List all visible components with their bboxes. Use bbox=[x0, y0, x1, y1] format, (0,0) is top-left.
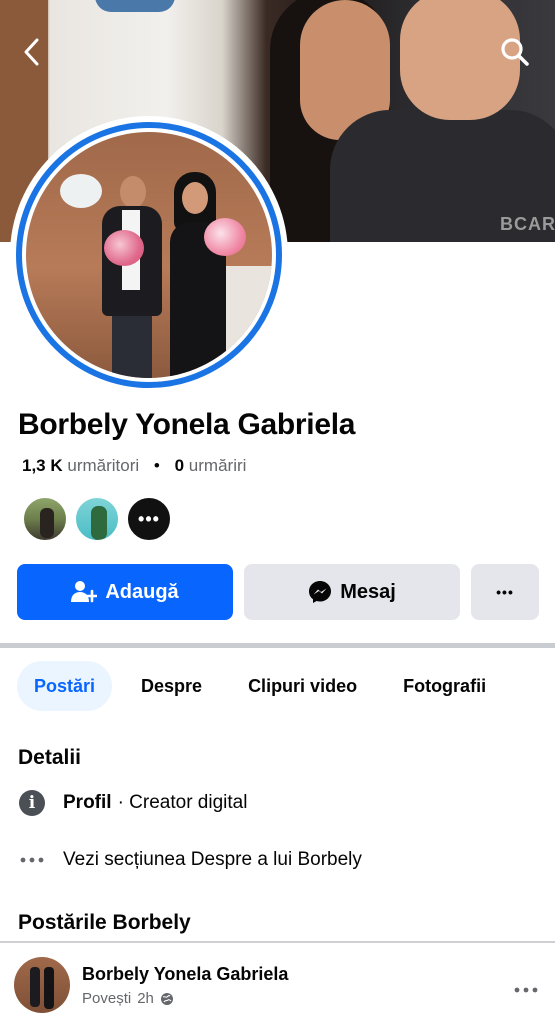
see-about-row[interactable]: Vezi secțiunea Despre a lui Borbely bbox=[18, 846, 362, 874]
search-button[interactable] bbox=[495, 32, 535, 72]
cover-shirt-text: BCAR bbox=[500, 214, 555, 234]
profile-type-row: i Profil · Creator digital bbox=[18, 789, 247, 817]
profile-picture[interactable] bbox=[10, 116, 288, 394]
man-figure bbox=[98, 176, 168, 378]
tab-about[interactable]: Despre bbox=[124, 661, 219, 711]
section-divider bbox=[0, 643, 555, 648]
profile-tabs: Postări Despre Clipuri video Fotografii bbox=[17, 661, 503, 711]
back-arrow-icon bbox=[24, 38, 39, 66]
following-label: urmăriri bbox=[188, 456, 247, 475]
add-friend-label: Adaugă bbox=[105, 580, 179, 603]
posts-title: Postările Borbely bbox=[18, 911, 191, 934]
more-friends-button[interactable]: ••• bbox=[126, 496, 172, 542]
details-title: Detalii bbox=[18, 746, 82, 769]
following-count: 0 bbox=[174, 456, 185, 475]
flower-bouquet-right bbox=[204, 218, 246, 256]
more-dots-icon bbox=[20, 857, 44, 863]
add-friend-icon bbox=[71, 581, 98, 603]
profile-type-label: Profil bbox=[63, 792, 112, 813]
stats-separator: • bbox=[153, 456, 160, 475]
followers-count: 1,3 K bbox=[22, 456, 63, 475]
add-friend-button[interactable]: Adaugă bbox=[17, 564, 233, 620]
globe-icon bbox=[160, 992, 174, 1006]
flower-bouquet-left bbox=[104, 230, 144, 266]
post-options-button[interactable] bbox=[508, 976, 544, 1004]
back-button[interactable] bbox=[12, 32, 52, 72]
heart-sign bbox=[60, 174, 102, 208]
more-horizontal-icon bbox=[514, 987, 538, 993]
post-author-name[interactable]: Borbely Yonela Gabriela bbox=[82, 964, 288, 985]
followers-label: urmăritori bbox=[67, 456, 140, 475]
mutual-friends[interactable]: ••• bbox=[22, 496, 172, 542]
tab-photos[interactable]: Fotografii bbox=[386, 661, 503, 711]
post-source[interactable]: Povești bbox=[82, 990, 131, 1007]
profile-name: Borbely Yonela Gabriela bbox=[18, 408, 356, 441]
woman-figure bbox=[160, 172, 240, 378]
profile-type-value: · Creator digital bbox=[117, 792, 248, 813]
info-icon: i bbox=[19, 790, 45, 816]
see-about-link: Vezi secțiunea Despre a lui Borbely bbox=[63, 849, 362, 870]
more-actions-button[interactable]: ••• bbox=[471, 564, 539, 620]
tab-posts[interactable]: Postări bbox=[17, 661, 113, 711]
post-meta: Povești 2h bbox=[82, 990, 174, 1007]
messenger-icon bbox=[309, 581, 332, 603]
follow-stats[interactable]: 1,3 K urmăritori • 0 urmăriri bbox=[22, 456, 246, 476]
posts-divider bbox=[0, 941, 555, 943]
message-button[interactable]: Mesaj bbox=[244, 564, 460, 620]
post-author-avatar[interactable] bbox=[14, 957, 70, 1013]
search-icon bbox=[501, 38, 529, 66]
message-label: Mesaj bbox=[340, 580, 396, 603]
post-time: 2h bbox=[137, 990, 154, 1007]
friend-avatar[interactable] bbox=[22, 496, 68, 542]
more-icon: ••• bbox=[496, 584, 514, 600]
tab-videos[interactable]: Clipuri video bbox=[231, 661, 374, 711]
cover-balloon bbox=[95, 0, 175, 12]
friend-avatar[interactable] bbox=[74, 496, 120, 542]
profile-photo-image bbox=[26, 132, 272, 378]
